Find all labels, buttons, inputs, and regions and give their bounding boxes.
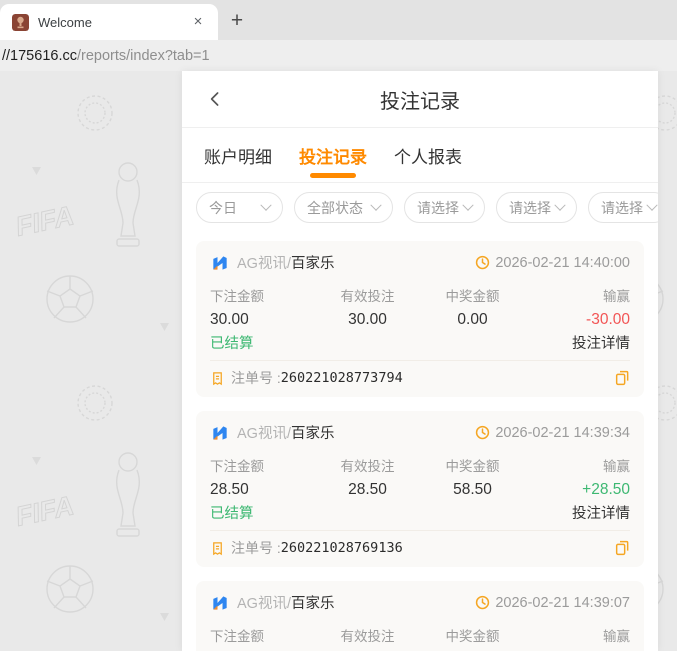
tab-title: Welcome (38, 14, 92, 30)
win-amount-value: 0.00 (457, 311, 488, 328)
provider-name: AG视讯/百家乐 (237, 426, 335, 442)
status-badge: 已结算 (210, 336, 254, 352)
bet-amount-value: 28.50 (210, 481, 249, 498)
page-title: 投注记录 (380, 90, 460, 113)
ag-provider-logo-icon (213, 425, 227, 440)
tab-bet-records[interactable]: 投注记录 (299, 128, 367, 182)
back-button[interactable] (202, 86, 228, 112)
browser-tab[interactable]: Welcome × (0, 4, 218, 40)
section-tabs: 账户明细 投注记录 个人报表 (182, 128, 658, 183)
clock-icon (476, 425, 490, 440)
provider-name: AG视讯/百家乐 (237, 596, 335, 612)
filter-bar: 今日 全部状态 请选择 请选择 请选择 (182, 183, 658, 232)
bet-detail-link[interactable]: 投注详情 (572, 502, 630, 523)
page-body: FIFA 投注记录 账户明细 投注记录 (0, 71, 677, 651)
tab-close-icon[interactable]: × (188, 12, 208, 32)
bet-time: 2026-02-21 14:39:34 (475, 425, 630, 441)
profit-value: +28.50 (582, 481, 630, 498)
filter-select-4-value: 请选择 (509, 199, 551, 216)
order-number-label: 注单号 : (231, 370, 281, 386)
record-card: AG视讯/百家乐 2026-02-21 14:39:07 下注金额 有效投注 中… (196, 581, 644, 651)
game-name: 百家乐 (290, 426, 335, 442)
provider-name: AG视讯/百家乐 (237, 256, 335, 272)
order-number-value: 260221028773794 (280, 370, 403, 386)
filter-select-5-value: 请选择 (601, 199, 643, 216)
order-number-label: 注单号 : (231, 540, 281, 556)
win-amount-label: 中奖金额 (445, 629, 500, 644)
chevron-down-icon (260, 199, 272, 211)
filter-select-3-value: 请选择 (417, 199, 459, 216)
game-name: 百家乐 (290, 256, 335, 272)
bet-time: 2026-02-21 14:39:07 (475, 595, 630, 611)
url-host: //175616.cc (2, 47, 77, 64)
valid-bet-label: 有效投注 (340, 289, 395, 304)
valid-bet-value: 30.00 (348, 311, 387, 328)
page-header: 投注记录 (182, 71, 658, 128)
order-number-value: 260221028769136 (280, 540, 403, 556)
win-amount-label: 中奖金额 (445, 289, 500, 304)
receipt-icon (213, 541, 222, 555)
chevron-down-icon (554, 199, 566, 211)
clock-icon (476, 595, 490, 610)
filter-select-4[interactable]: 请选择 (496, 192, 577, 223)
bet-amount-label: 下注金额 (210, 459, 264, 474)
tab-personal-report[interactable]: 个人报表 (394, 128, 462, 182)
chevron-down-icon (462, 199, 474, 211)
record-card: AG视讯/百家乐 2026-02-21 14:40:00 下注金额 有效投注 中… (196, 241, 644, 397)
url-bar[interactable]: //175616.cc/reports/index?tab=1 (0, 40, 677, 71)
bet-amount-label: 下注金额 (210, 629, 264, 644)
receipt-icon (213, 371, 222, 385)
copy-icon (615, 370, 629, 386)
clock-icon (476, 255, 490, 270)
profit-label: 输赢 (603, 629, 630, 644)
browser-tab-strip: Welcome × + (0, 0, 677, 40)
bet-amount-value: 30.00 (210, 311, 249, 328)
filter-status-select[interactable]: 全部状态 (294, 192, 393, 223)
url-path: /reports/index?tab=1 (76, 47, 210, 64)
new-tab-button[interactable]: + (224, 8, 250, 34)
bet-time: 2026-02-21 14:40:00 (475, 255, 630, 271)
win-amount-value: 58.50 (453, 481, 492, 498)
filter-status-value: 全部状态 (307, 199, 363, 216)
valid-bet-label: 有效投注 (340, 459, 395, 474)
chevron-left-icon (210, 92, 219, 106)
filter-date-value: 今日 (209, 199, 237, 216)
copy-order-button[interactable] (614, 540, 630, 556)
valid-bet-label: 有效投注 (340, 629, 395, 644)
game-name: 百家乐 (290, 596, 335, 612)
site-favicon-icon (12, 13, 29, 31)
bet-detail-link[interactable]: 投注详情 (572, 332, 630, 353)
filter-date-select[interactable]: 今日 (196, 192, 283, 223)
profit-label: 输赢 (603, 459, 630, 474)
ag-provider-logo-icon (213, 595, 227, 610)
profit-label: 输赢 (603, 289, 630, 304)
status-badge: 已结算 (210, 506, 254, 522)
filter-select-3[interactable]: 请选择 (404, 192, 485, 223)
filter-select-5[interactable]: 请选择 (588, 192, 658, 223)
copy-order-button[interactable] (614, 370, 630, 386)
record-card: AG视讯/百家乐 2026-02-21 14:39:34 下注金额 有效投注 中… (196, 411, 644, 567)
valid-bet-value: 28.50 (348, 481, 387, 498)
chevron-down-icon (646, 199, 658, 211)
tab-account-details[interactable]: 账户明细 (204, 128, 272, 182)
copy-icon (615, 540, 629, 556)
win-amount-label: 中奖金额 (445, 459, 500, 474)
profit-value: -30.00 (586, 311, 630, 328)
bet-amount-label: 下注金额 (210, 289, 264, 304)
content-panel: 投注记录 账户明细 投注记录 个人报表 今日 全部状态 请选择 请选择 请选择 … (182, 71, 658, 651)
ag-provider-logo-icon (213, 255, 227, 270)
chevron-down-icon (370, 199, 382, 211)
record-list: AG视讯/百家乐 2026-02-21 14:40:00 下注金额 有效投注 中… (182, 232, 658, 651)
